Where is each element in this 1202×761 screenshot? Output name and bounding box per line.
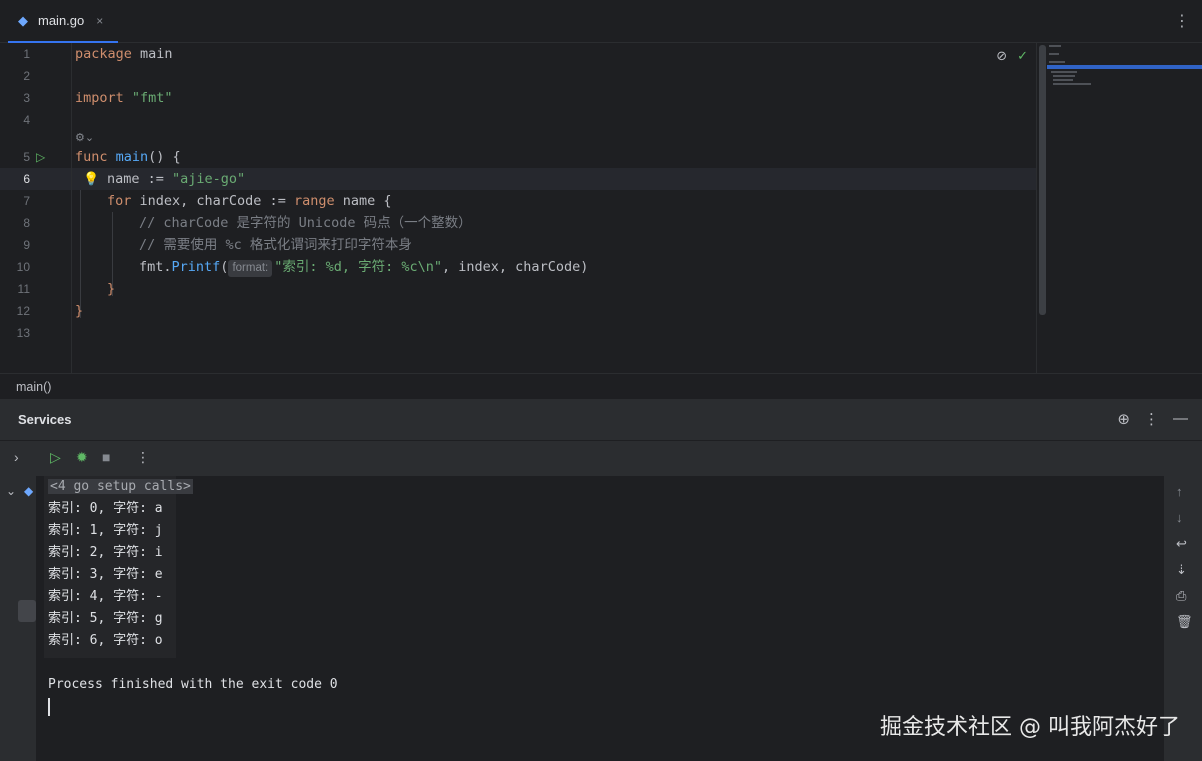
indent-guide	[80, 190, 81, 318]
run-icon[interactable]: ▷	[50, 449, 61, 466]
scroll-to-end-icon[interactable]: ⇣	[1176, 562, 1187, 578]
line-number: 11	[17, 282, 30, 296]
go-file-icon: ◆	[18, 12, 28, 28]
console-line: 索引: 6, 字符: o	[48, 633, 163, 648]
line-number: 12	[16, 304, 30, 318]
watermark: 掘金技术社区 @ 叫我阿杰好了	[880, 715, 1180, 740]
go-run-icon[interactable]: ◆	[24, 484, 33, 498]
services-toolbar: › ▷ ✹ ■ ⋮	[0, 440, 1202, 476]
services-tree[interactable]: ⌄ ◆	[0, 476, 36, 761]
chevron-down-icon[interactable]: ⌄	[6, 484, 16, 498]
line-number: 1	[23, 47, 30, 61]
trash-icon[interactable]: 🗑	[1176, 614, 1193, 630]
console-line[interactable]: <4 go setup calls>	[48, 476, 193, 498]
line-gutter: 1 2 3 4 5 6 7 8 9 10 11 12 13 ▷	[0, 43, 72, 373]
tool-hint-icon[interactable]: ⚙⌄	[75, 131, 94, 144]
console-line: 索引: 0, 字符: a	[48, 501, 163, 516]
console-line: 索引: 1, 字符: j	[48, 523, 163, 538]
line-number: 8	[23, 216, 30, 230]
debug-icon[interactable]: ✹	[76, 449, 88, 466]
code-line-6: name := "ajie-go"	[107, 171, 246, 187]
soft-wrap-icon[interactable]: ↩	[1176, 536, 1187, 552]
code-line-11: }	[107, 281, 116, 297]
tab-main-go[interactable]: ◆ main.go ×	[8, 0, 118, 43]
code-line-3: import "fmt"	[75, 90, 173, 106]
line-number: 5	[23, 150, 30, 164]
line-number: 4	[23, 113, 30, 127]
tab-label: main.go	[38, 13, 85, 28]
line-number: 7	[23, 194, 30, 208]
editor-tab-bar: ◆ main.go × ⋮	[0, 0, 1202, 43]
more-options-icon[interactable]: ⋮	[1174, 11, 1190, 31]
arrow-down-icon[interactable]: ↓	[1176, 510, 1183, 525]
param-hint: format:	[228, 260, 273, 277]
console-line: 索引: 3, 字符: e	[48, 567, 163, 582]
tree-selected-item[interactable]	[18, 600, 36, 622]
code-line-12: }	[75, 303, 84, 319]
more-options-icon[interactable]: ⋮	[136, 449, 150, 466]
code-line-8: // charCode 是字符的 Unicode 码点（一个整数）	[139, 215, 472, 231]
breadcrumb[interactable]: main()	[0, 373, 1202, 399]
console-line: 索引: 2, 字符: i	[48, 545, 163, 560]
check-icon[interactable]: ✓	[1017, 48, 1028, 64]
exit-message: Process finished with the exit code 0	[48, 677, 338, 692]
code-line-10: fmt.Printf(format: "索引: %d, 字符: %c\n", in…	[139, 259, 589, 277]
minimap-highlight	[1047, 65, 1202, 69]
more-options-icon[interactable]: ⋮	[1144, 410, 1159, 428]
editor-scrollbar[interactable]	[1039, 45, 1046, 315]
line-number: 2	[23, 69, 30, 83]
line-number: 13	[16, 326, 30, 340]
console-line: 索引: 5, 字符: g	[48, 611, 163, 626]
services-header: Services ⊕ ⋮ —	[0, 400, 1202, 440]
code-editor[interactable]: 1 2 3 4 5 6 7 8 9 10 11 12 13 ▷ package …	[0, 43, 1036, 373]
line-number: 3	[23, 91, 30, 105]
line-number: 6	[23, 172, 30, 186]
lightbulb-icon[interactable]: 💡	[83, 171, 99, 187]
services-panel: Services ⊕ ⋮ — › ▷ ✹ ■ ⋮ ⌄ ◆ <4 go setup…	[0, 399, 1202, 761]
minimize-icon[interactable]: —	[1173, 410, 1188, 428]
line-number: 10	[16, 260, 30, 274]
target-icon[interactable]: ⊕	[1117, 410, 1130, 428]
close-icon[interactable]: ×	[96, 14, 103, 28]
editor-status-icons: ⊘ ✓	[996, 48, 1028, 64]
reader-mode-icon[interactable]: ⊘	[996, 48, 1007, 64]
line-number: 9	[23, 238, 30, 252]
arrow-up-icon[interactable]: ↑	[1176, 484, 1183, 499]
stop-icon[interactable]: ■	[102, 449, 110, 465]
code-line-7: for index, charCode := range name {	[107, 193, 392, 209]
minimap[interactable]	[1036, 43, 1202, 373]
console-line: 索引: 4, 字符: -	[48, 589, 163, 604]
panel-title: Services	[18, 412, 72, 427]
text-caret	[48, 698, 50, 716]
run-gutter-icon[interactable]: ▷	[36, 150, 45, 164]
code-line-5: func main() {	[75, 149, 181, 165]
print-icon[interactable]: ⎙	[1176, 588, 1186, 604]
expand-icon[interactable]: ›	[14, 449, 19, 465]
code-line-1: package main	[75, 46, 173, 62]
code-line-9: // 需要使用 %c 格式化谓词来打印字符本身	[139, 237, 412, 253]
